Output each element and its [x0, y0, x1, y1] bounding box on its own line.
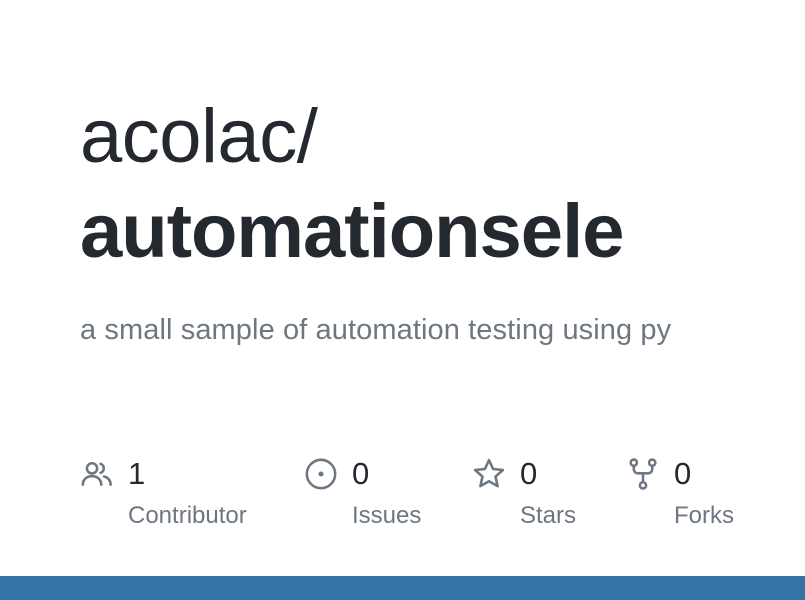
language-color-bar — [0, 576, 805, 600]
repo-forked-icon — [626, 457, 660, 491]
issues-count: 0 — [352, 456, 370, 491]
issue-opened-icon — [304, 457, 338, 491]
repo-owner: acolac/ — [80, 94, 318, 179]
repo-name: automationsele — [80, 189, 624, 274]
star-icon — [472, 457, 506, 491]
forks-label: Forks — [674, 502, 734, 529]
repo-description: a small sample of automation testing usi… — [80, 314, 672, 346]
contributors-count: 1 — [128, 456, 146, 491]
people-icon — [80, 457, 114, 491]
contributors-label: Contributor — [128, 502, 247, 529]
forks-count: 0 — [674, 456, 692, 491]
stars-count: 0 — [520, 456, 538, 491]
issues-label: Issues — [352, 502, 422, 529]
repo-social-card: acolac/ automationsele a small sample of… — [0, 0, 805, 600]
stars-label: Stars — [520, 502, 577, 529]
